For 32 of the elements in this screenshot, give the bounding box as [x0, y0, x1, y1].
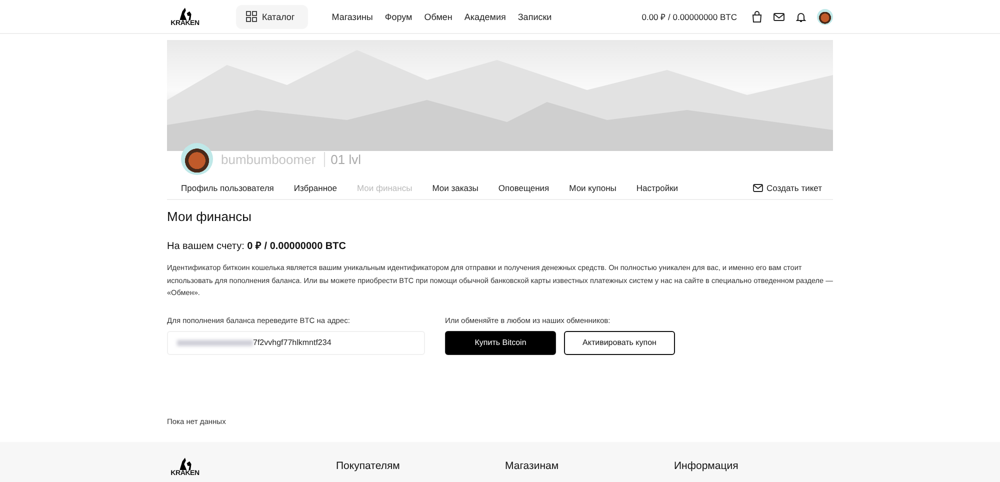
footer-heading: Информация [674, 460, 740, 474]
profile-tab[interactable]: Мои заказы [432, 183, 478, 193]
create-ticket-button[interactable]: Создать тикет [752, 183, 822, 193]
profile-tab[interactable]: Настройки [636, 183, 678, 193]
mail-icon [752, 184, 763, 192]
account-balance: На вашем счету: 0 ₽ / 0.00000000 BTC [167, 240, 347, 252]
page-title: Мои финансы [167, 209, 252, 224]
username: bumbumboomer [221, 152, 316, 166]
profile-tab[interactable]: Избранное [294, 183, 337, 193]
activate-coupon-button[interactable]: Активировать купон [564, 330, 675, 355]
nav-link[interactable]: Академия [464, 12, 506, 22]
shopping-bag-icon[interactable] [751, 10, 763, 22]
nav-link[interactable]: Записки [518, 12, 552, 22]
bell-icon[interactable] [795, 10, 807, 22]
mail-icon[interactable] [773, 10, 785, 22]
wallet-address: 7f2vvhgf77hlkmntf234 [253, 338, 332, 348]
profile-tab[interactable]: Профиль пользователя [181, 183, 274, 193]
profile-avatar [181, 143, 213, 175]
profile-tab[interactable]: Оповещения [498, 183, 550, 193]
nav-link[interactable]: Обмен [424, 12, 452, 22]
user-avatar[interactable] [817, 8, 833, 24]
footer-heading: Покупателям [336, 460, 401, 474]
wallet-address-field[interactable]: 7f2vvhgf77hlkmntf234 [167, 330, 425, 355]
user-level: 01 lvl [324, 152, 362, 166]
grid-icon [246, 11, 257, 22]
nav-link[interactable]: Форум [384, 12, 412, 22]
catalog-button[interactable]: Каталог [236, 4, 308, 28]
header-balance: 0.00 ₽ / 0.00000000 BTC [642, 11, 737, 22]
buy-bitcoin-button[interactable]: Купить Bitcoin [445, 330, 556, 355]
nav-link[interactable]: Магазины [332, 12, 373, 22]
footer-heading: Магазинам [505, 460, 560, 474]
profile-tab[interactable]: Мои купоны [569, 183, 616, 193]
